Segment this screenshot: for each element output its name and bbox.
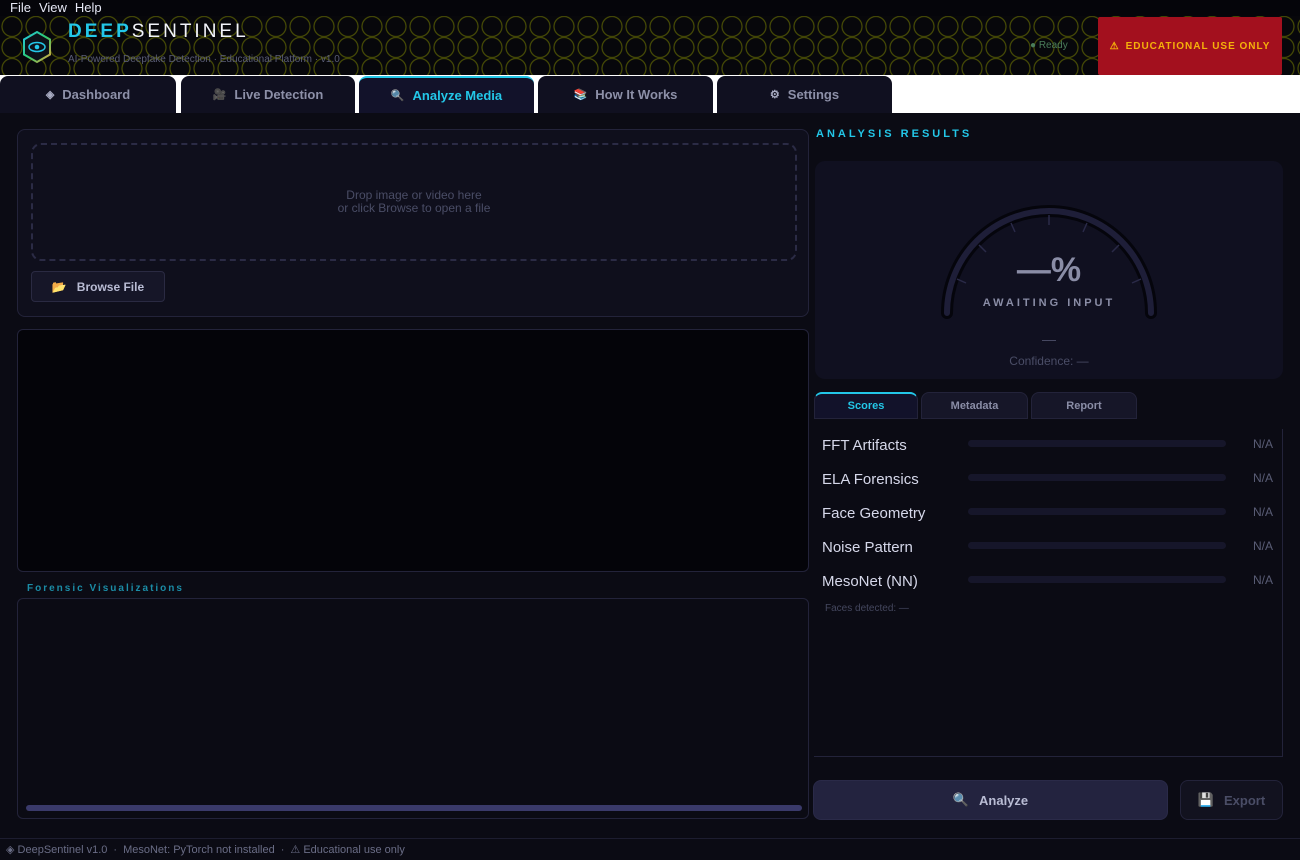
- books-icon: 📚: [573, 89, 588, 101]
- tab-settings[interactable]: ⚙ Settings: [717, 76, 892, 113]
- score-name: ELA Forensics: [822, 471, 919, 488]
- status-educational: ⚠ Educational use only: [290, 844, 405, 856]
- scores-panel: FFT Artifacts N/A ELA Forensics N/A Face…: [814, 429, 1283, 757]
- status-separator: ·: [280, 843, 285, 856]
- menu-help[interactable]: Help: [71, 0, 106, 16]
- tab-label: Settings: [787, 87, 840, 102]
- verdict-detail: —: [1042, 331, 1056, 347]
- drop-zone[interactable]: Drop image or video here or click Browse…: [31, 143, 797, 261]
- gear-icon: ⚙: [769, 89, 780, 101]
- tab-report[interactable]: Report: [1031, 392, 1137, 419]
- score-value: N/A: [1252, 471, 1273, 485]
- score-bar: [968, 542, 1226, 549]
- analyze-label: Analyze: [979, 792, 1029, 808]
- browse-file-button[interactable]: 📂 Browse File: [31, 271, 165, 302]
- score-bar: [968, 474, 1226, 481]
- status-indicator: ● Ready: [1030, 40, 1068, 51]
- faces-detected: Faces detected: —: [825, 603, 909, 614]
- verdict-gauge-card: —% AWAITING INPUT — Confidence: —: [815, 161, 1283, 379]
- tab-dashboard[interactable]: ◈ Dashboard: [0, 76, 176, 113]
- tab-label: Dashboard: [62, 87, 131, 102]
- camera-icon: 🎥: [212, 89, 227, 101]
- brand-subtitle: AI-Powered Deepfake Detection · Educatio…: [68, 54, 340, 65]
- analysis-results-title: ANALYSIS RESULTS: [816, 128, 973, 140]
- main-tabs: ◈ Dashboard 🎥 Live Detection 🔍 Analyze M…: [0, 75, 1300, 113]
- warning-icon: ⚠: [1109, 40, 1120, 52]
- magnifier-icon: 🔍: [952, 792, 970, 807]
- status-bar: ◈ DeepSentinel v1.0 · MesoNet: PyTorch n…: [0, 838, 1300, 860]
- score-bar: [968, 576, 1226, 583]
- tab-analyze-media[interactable]: 🔍 Analyze Media: [359, 76, 534, 113]
- export-button[interactable]: 💾 Export: [1180, 780, 1283, 820]
- score-name: FFT Artifacts: [822, 437, 907, 454]
- score-name: Face Geometry: [822, 505, 926, 522]
- folder-icon: 📂: [51, 279, 67, 294]
- floppy-disk-icon: 💾: [1197, 792, 1214, 807]
- status-app-version: ◈ DeepSentinel v1.0: [6, 844, 108, 856]
- score-value: N/A: [1252, 539, 1273, 553]
- verdict-label: AWAITING INPUT: [982, 297, 1116, 309]
- upload-panel: Drop image or video here or click Browse…: [17, 129, 809, 317]
- tab-label: Live Detection: [234, 87, 324, 102]
- confidence-text: Confidence: —: [1009, 354, 1089, 368]
- magnifier-icon: 🔍: [390, 90, 405, 102]
- menu-file[interactable]: File: [6, 0, 35, 16]
- tab-how-it-works[interactable]: 📚 How It Works: [538, 76, 713, 113]
- analyze-media-page: Drop image or video here or click Browse…: [0, 113, 1300, 838]
- score-row-face-geometry: Face Geometry N/A: [814, 497, 1283, 531]
- score-bar: [968, 508, 1226, 515]
- tab-label: Analyze Media: [412, 88, 503, 103]
- tab-label: How It Works: [595, 87, 678, 102]
- score-row-ela: ELA Forensics N/A: [814, 463, 1283, 497]
- app-header: DEEPSENTINEL AI-Powered Deepfake Detecti…: [0, 16, 1300, 75]
- status-separator: ·: [113, 843, 118, 856]
- browse-file-label: Browse File: [76, 279, 145, 294]
- score-name: MesoNet (NN): [822, 573, 918, 590]
- export-label: Export: [1224, 792, 1266, 808]
- forensic-visualizations-panel: [17, 598, 809, 819]
- tab-metadata[interactable]: Metadata: [921, 392, 1028, 419]
- score-value: N/A: [1252, 573, 1273, 587]
- score-bar: [968, 440, 1226, 447]
- drop-zone-subhint: or click Browse to open a file: [337, 201, 491, 215]
- score-value: N/A: [1252, 505, 1273, 519]
- dashboard-icon: ◈: [45, 89, 55, 101]
- verdict-percentage: —%: [1016, 251, 1082, 289]
- score-row-noise-pattern: Noise Pattern N/A: [814, 531, 1283, 565]
- educational-badge: ⚠ EDUCATIONAL USE ONLY: [1098, 17, 1282, 75]
- tab-scores[interactable]: Scores: [814, 392, 918, 419]
- logo-eye-icon: [23, 30, 51, 64]
- menu-view[interactable]: View: [35, 0, 71, 16]
- menu-bar: File View Help: [0, 0, 1300, 16]
- brand-title: DEEPSENTINEL: [68, 21, 249, 42]
- media-preview: [17, 329, 809, 572]
- tab-live-detection[interactable]: 🎥 Live Detection: [181, 76, 355, 113]
- score-row-fft: FFT Artifacts N/A: [814, 429, 1283, 463]
- score-row-mesonet: MesoNet (NN) N/A: [814, 565, 1283, 599]
- status-mesonet: MesoNet: PyTorch not installed: [123, 843, 275, 856]
- score-name: Noise Pattern: [822, 539, 913, 556]
- horizontal-scrollbar[interactable]: [26, 805, 802, 811]
- educational-badge-label: EDUCATIONAL USE ONLY: [1125, 40, 1271, 52]
- forensic-visualizations-title: Forensic Visualizations: [27, 583, 184, 594]
- score-value: N/A: [1252, 437, 1273, 451]
- analyze-button[interactable]: 🔍 Analyze: [813, 780, 1168, 820]
